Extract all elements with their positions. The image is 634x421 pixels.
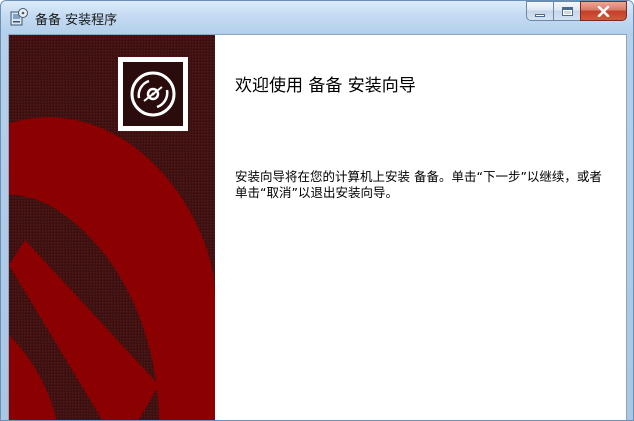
wizard-banner <box>9 35 215 420</box>
title-bar[interactable]: 备备 安装程序 <box>1 1 633 34</box>
caption-buttons <box>526 1 627 22</box>
banner-logo <box>118 57 188 131</box>
installer-window: 备备 安装程序 欢迎使用 备备 安装向导 安装向导将在您的计算机上安装 备备。单… <box>0 0 634 421</box>
maximize-button[interactable] <box>553 1 580 21</box>
wizard-description: 安装向导将在您的计算机上安装 备备。单击“下一步”以继续，或者单击“取消”以退出… <box>235 169 602 200</box>
wizard-heading: 欢迎使用 备备 安装向导 <box>235 76 416 96</box>
close-button[interactable] <box>580 1 627 21</box>
window-title: 备备 安装程序 <box>35 13 118 28</box>
minimize-icon <box>535 13 545 17</box>
cd-disc-icon <box>130 71 176 117</box>
maximize-icon <box>561 6 573 16</box>
minimize-button[interactable] <box>526 1 553 21</box>
installer-app-icon[interactable] <box>9 7 29 27</box>
wizard-client-area: 欢迎使用 备备 安装向导 安装向导将在您的计算机上安装 备备。单击“下一步”以继… <box>8 34 627 420</box>
close-icon <box>597 5 610 17</box>
